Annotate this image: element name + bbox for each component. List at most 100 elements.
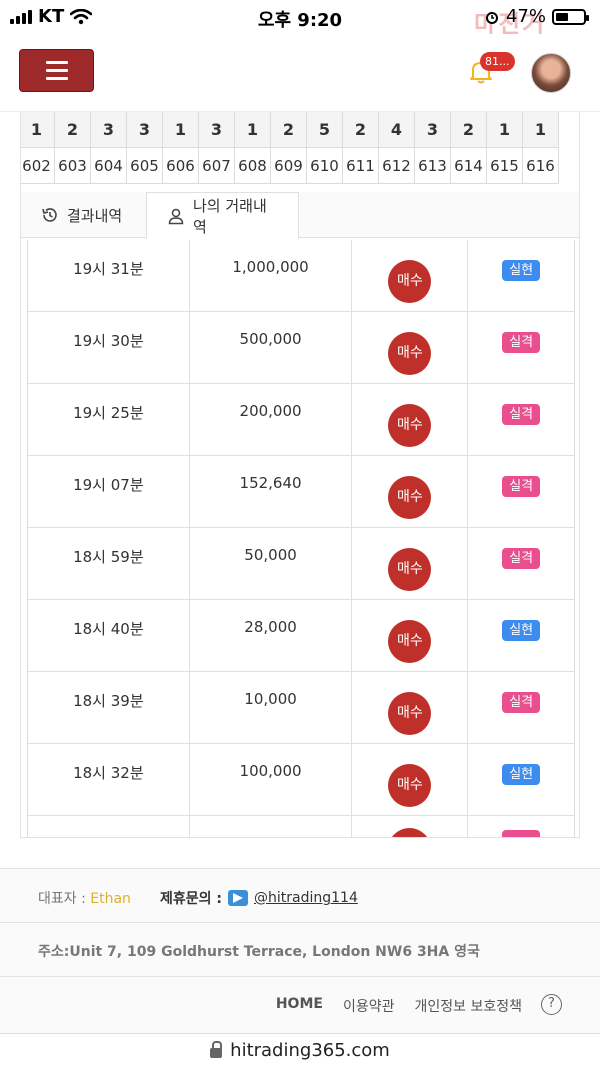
round-value: 3 [127,112,162,148]
privacy-link[interactable]: 개인정보 보호정책 [415,996,523,1016]
footer-address-row: 주소:Unit 7, 109 Goldhurst Terrace, London… [0,923,600,977]
terms-link[interactable]: 이용약관 [343,996,395,1016]
round-value: 4 [379,112,414,148]
round-value: 2 [451,112,486,148]
round-value: 1 [163,112,198,148]
tab-my-trades-label: 나의 거래내역 [193,196,267,236]
round-number: 615 [487,148,522,184]
footer: 대표자 : Ethan 제휴문의 : @hitrading114 주소:Unit… [0,868,600,1033]
round-column: 3 613 [415,112,451,184]
status-right: 47% [484,6,589,27]
round-column: 1 602 [21,112,55,184]
trade-result-cell: 실현 [468,600,574,672]
result-badge: 실현 [502,260,541,281]
round-column: 3 604 [91,112,127,184]
round-number: 616 [523,148,558,184]
url-text: hitrading365.com [230,1040,390,1061]
result-badge: 실현 [502,764,541,785]
alarm-icon [485,11,498,24]
round-column: 1 615 [487,112,523,184]
tab-my-trades[interactable]: 나의 거래내역 [146,192,299,239]
footer-links-row: HOME 이용약관 개인정보 보호정책 ? [0,977,600,1033]
table-row: 19시 30분 500,000 매수 실격 [28,312,574,384]
trade-amount: 50,000 [190,528,353,600]
round-column: 1 606 [163,112,199,184]
trade-time: 19시 31분 [28,240,190,312]
table-row-partial [28,816,574,837]
round-number: 606 [163,148,198,184]
round-column: 1 608 [235,112,271,184]
round-column: 5 610 [307,112,343,184]
rep-label: 대표자 : [38,891,91,907]
menu-button[interactable] [19,49,94,92]
result-badge: 실격 [502,332,541,353]
buy-badge: 매수 [388,476,432,519]
trade-side-cell: 매수 [352,528,469,600]
trade-side-cell: 매수 [352,384,469,456]
result-badge: 실격 [502,548,541,569]
round-number: 612 [379,148,414,184]
buy-badge [388,828,432,837]
buy-badge: 매수 [388,764,432,807]
round-number: 608 [235,148,270,184]
trade-side-cell: 매수 [352,456,469,528]
buy-badge: 매수 [388,332,432,375]
trade-time: 19시 07분 [28,456,190,528]
notification-badge[interactable]: 81... [480,52,515,71]
trade-side-cell: 매수 [352,672,469,744]
rep-name: Ethan [90,891,131,907]
trade-result-cell: 실격 [468,456,574,528]
battery-percent: 47% [505,6,546,27]
trade-amount: 10,000 [190,672,353,744]
tab-bar: 결과내역 나의 거래내역 [21,192,579,239]
trade-amount: 200,000 [190,384,353,456]
round-number: 604 [91,148,126,184]
round-number: 609 [271,148,306,184]
browser-url-bar[interactable]: hitrading365.com [0,1033,600,1067]
contact-label: 제휴문의 : [160,891,222,907]
home-link[interactable]: HOME [276,996,323,1016]
battery-level [556,12,568,21]
trade-time: 18시 59분 [28,528,190,600]
round-results-strip[interactable]: 1 602 2 603 3 604 3 605 1 606 3 607 1 608 2 609 5 610 2 611… [21,112,559,184]
avatar[interactable] [531,53,571,93]
round-column: 4 612 [379,112,415,184]
round-column: 2 609 [271,112,307,184]
url-display[interactable]: hitrading365.com [0,1040,600,1061]
trade-result-cell: 실격 [468,312,574,384]
trade-result-cell: 실격 [468,672,574,744]
trade-amount: 152,640 [190,456,353,528]
buy-badge: 매수 [388,260,432,303]
round-number: 610 [307,148,342,184]
history-icon [42,208,57,222]
tab-results[interactable]: 결과내역 [21,192,146,238]
round-value: 2 [55,112,90,148]
round-column: 2 614 [451,112,487,184]
trade-side-cell: 매수 [352,240,469,312]
trade-result-cell: 실격 [468,528,574,600]
trade-amount: 1,000,000 [190,240,353,312]
table-row: 19시 25분 200,000 매수 실격 [28,384,574,456]
trade-time: 18시 39분 [28,672,190,744]
footer-info-row: 대표자 : Ethan 제휴문의 : @hitrading114 [0,869,600,923]
round-value: 1 [523,112,558,148]
lock-icon [210,1040,223,1058]
round-number: 603 [55,148,90,184]
round-value: 1 [235,112,270,148]
result-badge [502,830,541,837]
help-icon[interactable]: ? [541,994,562,1015]
main-card: 1 602 2 603 3 604 3 605 1 606 3 607 1 608 2 609 5 610 2 611… [20,112,580,838]
result-badge: 실격 [502,692,541,713]
trade-side-cell: 매수 [352,600,469,672]
round-number: 613 [415,148,450,184]
telegram-link[interactable]: @hitrading114 [254,890,358,906]
round-column: 2 603 [55,112,91,184]
round-number: 611 [343,148,378,184]
table-row: 18시 32분 100,000 매수 실현 [28,744,574,816]
result-badge: 실격 [502,476,541,497]
round-value: 2 [343,112,378,148]
hamburger-icon [45,61,68,64]
footer-links: HOME 이용약관 개인정보 보호정책 [276,996,522,1016]
result-badge: 실현 [502,620,541,641]
round-number: 602 [21,148,54,184]
